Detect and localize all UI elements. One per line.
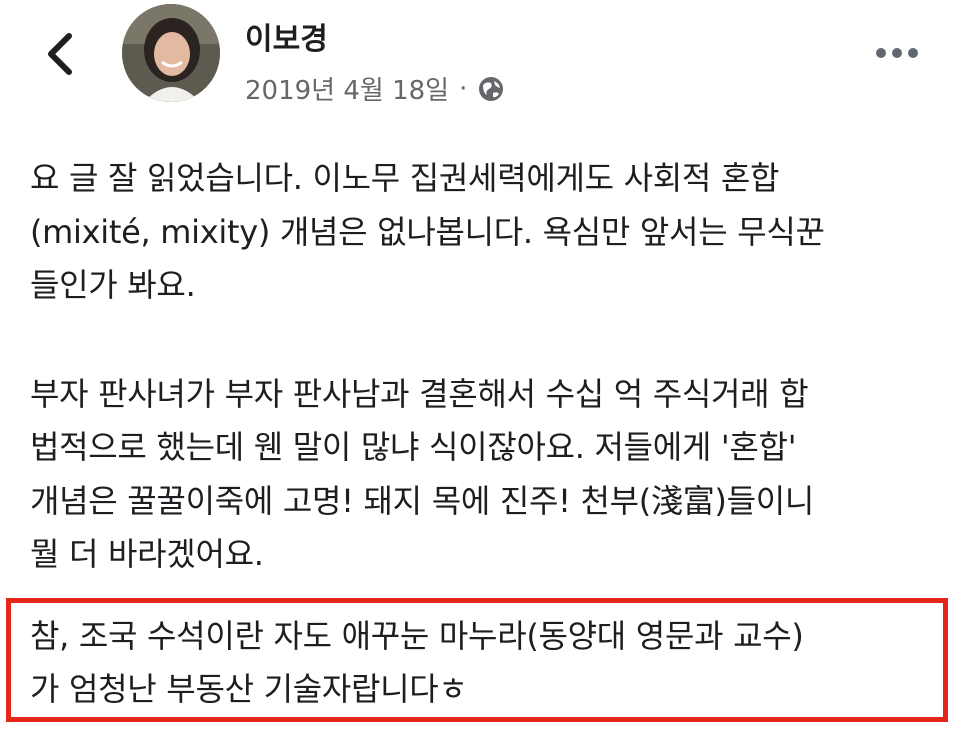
post-date[interactable]: 2019년 4월 18일	[245, 70, 449, 107]
back-button[interactable]	[38, 30, 82, 78]
author-name[interactable]: 이보경	[245, 14, 328, 58]
chevron-left-icon	[48, 33, 72, 75]
more-options-button[interactable]	[876, 46, 926, 60]
more-dot	[892, 48, 902, 58]
post-paragraph-3-highlighted: 참, 조국 수석이란 자도 애꾸눈 마누라(동양대 영문과 교수) 가 엄청난 …	[30, 617, 804, 708]
meta-separator: ·	[459, 73, 468, 104]
globe-icon	[479, 76, 504, 101]
avatar-photo	[122, 4, 220, 102]
more-horizontal-icon	[876, 48, 886, 58]
more-dot	[908, 48, 918, 58]
post-paragraph-2: 부자 판사녀가 부자 판사남과 결혼해서 수십 억 주식거래 합 법적으로 했는…	[30, 374, 814, 574]
avatar[interactable]	[122, 4, 220, 102]
post-body: 요 글 잘 읽었습니다. 이노무 집권세력에게도 사회적 혼합 (mixité,…	[30, 152, 950, 582]
post-meta: 2019년 4월 18일 ·	[245, 70, 505, 107]
post-paragraph-1: 요 글 잘 읽었습니다. 이노무 집권세력에게도 사회적 혼합 (mixité,…	[30, 159, 825, 304]
post-header: 이보경 2019년 4월 18일 ·	[0, 0, 960, 120]
